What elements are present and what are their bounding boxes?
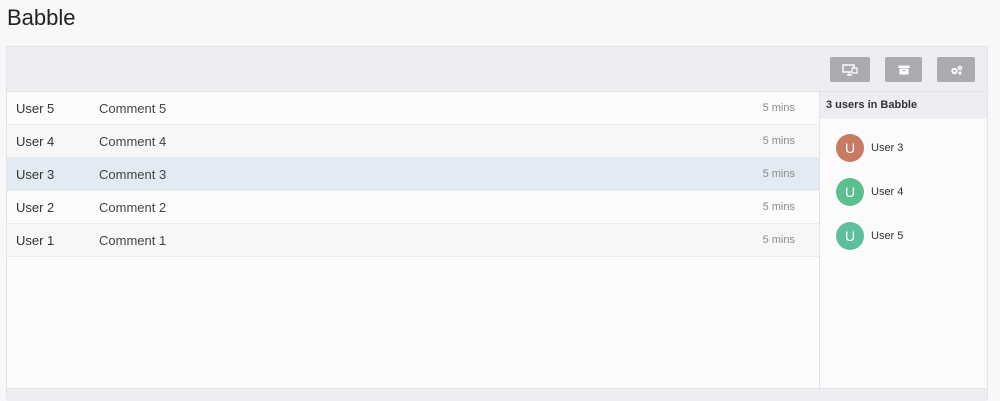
settings-icon: [950, 65, 963, 75]
message-user: User 5: [16, 101, 55, 116]
message-comment: Comment 3: [99, 167, 167, 182]
user-list-item[interactable]: U User 4: [820, 163, 987, 207]
users-sidebar: 3 users in Babble U User 3 U User 4 U Us…: [820, 92, 987, 388]
user-name: User 4: [871, 186, 904, 198]
user-name: User 5: [871, 230, 904, 242]
message-time: 5 mins: [762, 201, 795, 213]
message-time: 5 mins: [762, 234, 795, 246]
user-list-item[interactable]: U User 3: [820, 119, 987, 163]
avatar: U: [836, 178, 864, 206]
message-user: User 1: [16, 233, 55, 248]
message-row[interactable]: User 5 Comment 5 5 mins: [7, 92, 819, 125]
message-time: 5 mins: [762, 102, 795, 114]
message-time: 5 mins: [762, 168, 795, 180]
message-row-highlighted[interactable]: User 3 Comment 3 5 mins: [7, 158, 819, 191]
message-comment: Comment 5: [99, 101, 167, 116]
avatar: U: [836, 222, 864, 250]
message-list: User 5 Comment 5 5 mins User 4 Comment 4…: [7, 92, 820, 388]
message-time: 5 mins: [762, 135, 795, 147]
message-row[interactable]: User 4 Comment 4 5 mins: [7, 125, 819, 158]
chat-panel: User 5 Comment 5 5 mins User 4 Comment 4…: [6, 46, 988, 401]
message-user: User 3: [16, 167, 55, 182]
message-comment: Comment 2: [99, 200, 167, 215]
screen-share-icon: [842, 63, 858, 76]
panel-footer: [7, 388, 987, 401]
message-user: User 2: [16, 200, 55, 215]
screen-share-button[interactable]: [830, 57, 870, 82]
message-row[interactable]: User 2 Comment 2 5 mins: [7, 191, 819, 224]
app-title: Babble: [7, 5, 76, 30]
message-row[interactable]: User 1 Comment 1 5 mins: [7, 224, 819, 257]
user-name: User 3: [871, 142, 904, 154]
archive-button[interactable]: [885, 57, 922, 82]
settings-button[interactable]: [937, 57, 975, 82]
message-user: User 4: [16, 134, 55, 149]
message-comment: Comment 4: [99, 134, 167, 149]
avatar: U: [836, 134, 864, 162]
message-comment: Comment 1: [99, 233, 167, 248]
archive-icon: [898, 65, 910, 75]
users-count-header: 3 users in Babble: [820, 92, 987, 119]
toolbar: [7, 47, 987, 92]
user-list-item[interactable]: U User 5: [820, 207, 987, 251]
